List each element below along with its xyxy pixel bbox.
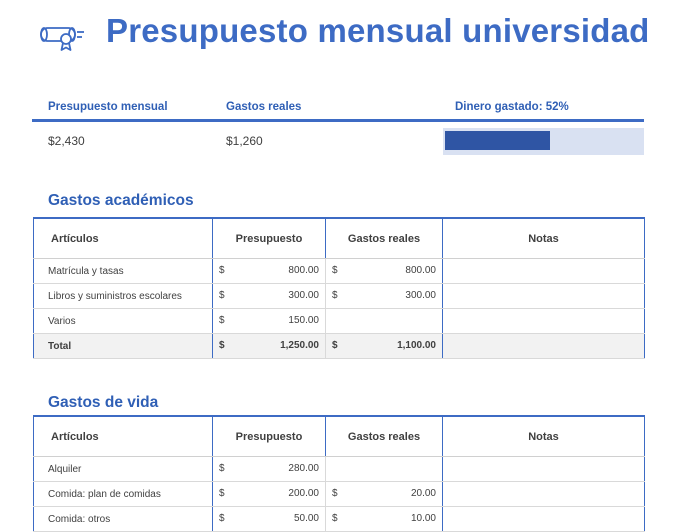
currency-symbol: $ [219,315,225,326]
notes-cell[interactable] [442,283,645,309]
total-label: Total [33,333,213,359]
currency-symbol: $ [332,265,338,276]
budget-amount: 50.00 [293,513,319,524]
budget-amount: 200.00 [288,488,319,499]
academic-section-title: Gastos académicos [48,192,194,209]
living-section-title: Gastos de vida [48,394,159,411]
total-actual-amount: 1,100.00 [397,340,436,351]
currency-symbol: $ [219,340,225,351]
budget-cell[interactable]: $300.00 [212,283,326,309]
diploma-icon [40,27,84,51]
currency-symbol: $ [332,290,338,301]
table-row: Varios $150.00 [33,308,645,334]
column-header-actual[interactable]: Gastos reales [325,415,443,457]
spent-label: Dinero gastado: 52% [455,101,569,113]
budget-amount: 800.00 [288,265,319,276]
actual-value[interactable]: $1,260 [226,134,263,148]
column-header-budget[interactable]: Presupuesto [212,217,326,259]
budget-value[interactable]: $2,430 [48,134,85,148]
currency-symbol: $ [219,488,225,499]
column-header-items[interactable]: Artículos [33,415,213,457]
notes-cell[interactable] [442,456,645,482]
living-table: Artículos Presupuesto Gastos reales Nota… [33,415,645,532]
total-actual-cell[interactable]: $1,100.00 [325,333,443,359]
spent-progress-fill [445,131,550,150]
page-title: Presupuesto mensual universidad [106,12,650,49]
actual-cell[interactable] [325,456,443,482]
column-header-actual[interactable]: Gastos reales [325,217,443,259]
actual-amount: 800.00 [405,265,436,276]
item-cell[interactable]: Matrícula y tasas [33,258,213,284]
currency-symbol: $ [332,513,338,524]
budget-amount: 150.00 [288,315,319,326]
notes-cell[interactable] [442,506,645,532]
column-header-notes[interactable]: Notas [442,415,645,457]
total-row: Total $1,250.00 $1,100.00 [33,333,645,359]
budget-label: Presupuesto mensual [48,101,168,113]
actual-cell[interactable]: $20.00 [325,481,443,507]
currency-symbol: $ [219,290,225,301]
currency-symbol: $ [219,265,225,276]
item-cell[interactable]: Comida: plan de comidas [33,481,213,507]
table-row: Matrícula y tasas $800.00 $800.00 [33,258,645,284]
actual-cell[interactable]: $800.00 [325,258,443,284]
item-cell[interactable]: Varios [33,308,213,334]
budget-cell[interactable]: $50.00 [212,506,326,532]
currency-symbol: $ [332,340,338,351]
table-row: Comida: plan de comidas $200.00 $20.00 [33,481,645,507]
total-budget-cell[interactable]: $1,250.00 [212,333,326,359]
budget-amount: 280.00 [288,463,319,474]
budget-cell[interactable]: $200.00 [212,481,326,507]
budget-amount: 300.00 [288,290,319,301]
currency-symbol: $ [332,488,338,499]
currency-symbol: $ [219,513,225,524]
item-cell[interactable]: Alquiler [33,456,213,482]
notes-cell[interactable] [442,481,645,507]
item-cell[interactable]: Libros y suministros escolares [33,283,213,309]
spent-progress-bar [443,128,644,155]
actual-cell[interactable]: $10.00 [325,506,443,532]
budget-cell[interactable]: $800.00 [212,258,326,284]
budget-sheet: Presupuesto mensual universidad Presupue… [0,0,675,532]
table-row: Libros y suministros escolares $300.00 $… [33,283,645,309]
currency-symbol: $ [219,463,225,474]
notes-cell[interactable] [442,308,645,334]
notes-cell[interactable] [442,258,645,284]
actual-label: Gastos reales [226,101,302,113]
actual-cell[interactable]: $300.00 [325,283,443,309]
column-header-items[interactable]: Artículos [33,217,213,259]
actual-cell[interactable] [325,308,443,334]
item-cell[interactable]: Comida: otros [33,506,213,532]
actual-amount: 10.00 [410,513,436,524]
summary-divider [32,119,644,122]
budget-cell[interactable]: $280.00 [212,456,326,482]
actual-amount: 300.00 [405,290,436,301]
total-budget-amount: 1,250.00 [280,340,319,351]
table-row: Comida: otros $50.00 $10.00 [33,506,645,532]
column-header-notes[interactable]: Notas [442,217,645,259]
actual-amount: 20.00 [410,488,436,499]
table-row: Alquiler $280.00 [33,456,645,482]
column-header-budget[interactable]: Presupuesto [212,415,326,457]
budget-cell[interactable]: $150.00 [212,308,326,334]
total-notes-cell[interactable] [442,333,645,359]
academic-table: Artículos Presupuesto Gastos reales Nota… [33,217,645,359]
